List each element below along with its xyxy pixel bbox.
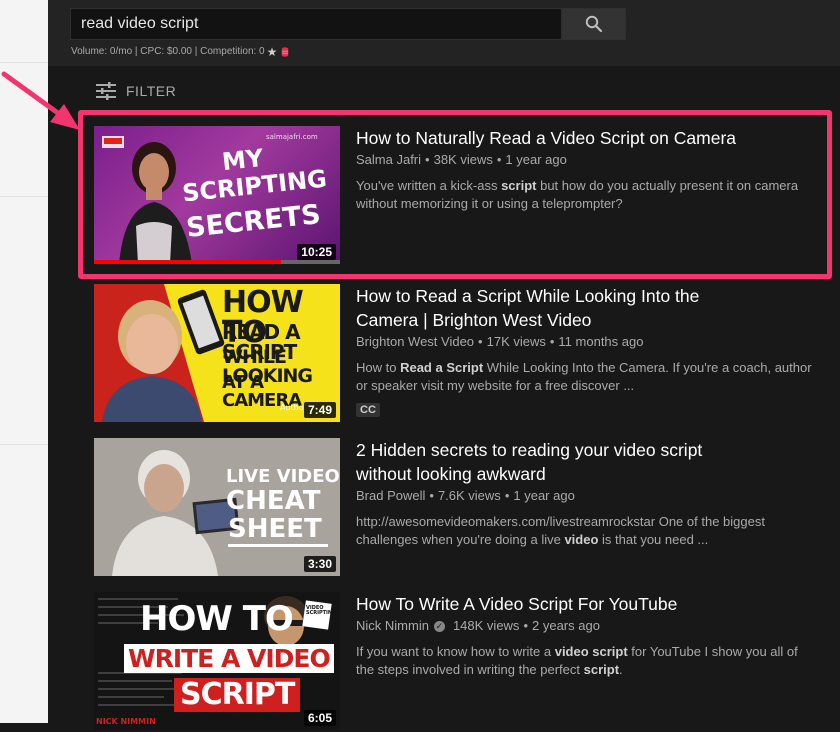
meta-separator: • <box>549 334 555 349</box>
search-icon <box>585 15 603 33</box>
video-info: How to Read a Script While Looking Into … <box>356 284 826 418</box>
keyword-stats: Volume: 0/mo | CPC: $0.00 | Competition:… <box>71 45 289 59</box>
video-description: If you want to know how to write a video… <box>356 643 826 679</box>
video-title[interactable]: How to Read a Script While Looking Into … <box>356 284 826 332</box>
closed-captions-badge: CC <box>356 403 380 417</box>
video-title-line: 2 Hidden secrets to reading your video s… <box>356 440 703 460</box>
left-panel-divider <box>0 62 48 63</box>
thumbnail-corner-text: Autho <box>280 403 304 412</box>
left-panel-divider <box>0 444 48 445</box>
thumbnail-text: SCRIPT <box>174 678 301 712</box>
video-meta: Brighton West Video • 17K views • 11 mon… <box>356 333 826 351</box>
video-info: 2 Hidden secrets to reading your video s… <box>356 438 826 549</box>
meta-separator: • <box>478 334 483 349</box>
thumbnail-underline <box>228 544 328 547</box>
video-duration: 3:30 <box>303 556 336 572</box>
video-meta: Nick Nimmin ✓ 148K views • 2 years ago <box>356 617 826 635</box>
view-count: 7.6K views <box>437 488 501 503</box>
description-text: How to <box>356 360 401 375</box>
database-icon[interactable] <box>281 47 289 57</box>
description-text: . <box>619 662 623 677</box>
description-keyword: video script <box>554 644 628 659</box>
video-result[interactable]: LIVE VIDEO CHEAT SHEET 3:30 2 Hidden sec… <box>94 438 834 578</box>
upload-age: 11 months ago <box>558 334 644 349</box>
video-thumbnail[interactable]: HOW TO WRITE A VIDEO SCRIPT VIDEO SCRIPT… <box>94 592 340 730</box>
search-header: read video script Volume: 0/mo | CPC: $0… <box>48 0 840 66</box>
description-text: or speaker visit my website for a free d… <box>356 378 635 393</box>
star-icon[interactable]: ★ <box>267 45 278 59</box>
thumbnail-sign-text: VIDEO SCRIPTING <box>306 605 337 616</box>
channel-name[interactable]: Brighton West Video <box>356 333 474 351</box>
meta-separator: • <box>429 488 434 503</box>
upload-age: 2 years ago <box>532 618 600 633</box>
video-duration: 6:05 <box>303 710 336 726</box>
thumbnail-text: HOW TO <box>140 599 294 639</box>
description-text: the steps involved in writing the perfec… <box>356 662 584 677</box>
meta-separator: • <box>504 488 510 503</box>
video-duration: 7:49 <box>303 402 336 418</box>
highlight-box <box>78 110 832 279</box>
meta-separator: • <box>523 618 528 633</box>
youtube-results-page: read video script Volume: 0/mo | CPC: $0… <box>48 0 840 730</box>
video-info: How To Write A Video Script For YouTube … <box>356 592 826 679</box>
thumbnail-text: CHEAT <box>226 486 321 516</box>
channel-name[interactable]: Nick Nimmin <box>356 617 429 635</box>
video-result[interactable]: HOW TO WRITE A VIDEO SCRIPT VIDEO SCRIPT… <box>94 592 834 732</box>
video-title[interactable]: How To Write A Video Script For YouTube <box>356 592 826 616</box>
video-title-line: How to Read a Script While Looking Into … <box>356 286 700 306</box>
description-text: for YouTube I show you all of <box>627 644 798 659</box>
video-description: How to Read a Script While Looking Into … <box>356 359 826 395</box>
thumbnail-text: SHEET <box>228 514 322 544</box>
description-keyword: Read a Script <box>400 360 484 375</box>
video-title[interactable]: 2 Hidden secrets to reading your video s… <box>356 438 826 486</box>
view-count: 17K views <box>486 334 546 349</box>
video-thumbnail[interactable]: LIVE VIDEO CHEAT SHEET 3:30 <box>94 438 340 576</box>
filter-sliders-icon <box>96 82 116 100</box>
description-text: challenges when you're doing a live <box>356 532 565 547</box>
thumbnail-text: WRITE A VIDEO <box>124 644 334 673</box>
description-text: If you want to know how to write a <box>356 644 555 659</box>
channel-name[interactable]: Brad Powell <box>356 487 425 505</box>
thumbnail-text: LIVE VIDEO <box>226 466 340 487</box>
description-text: While Looking Into the Camera. If you're… <box>483 360 812 375</box>
video-title-line: Camera | Brighton West Video <box>356 310 592 330</box>
pointer-arrow-icon <box>1 71 80 130</box>
video-meta: Brad Powell • 7.6K views • 1 year ago <box>356 487 826 505</box>
video-description: http://awesomevideomakers.com/livestream… <box>356 513 826 549</box>
left-panel-divider <box>0 196 48 197</box>
description-keyword: script <box>583 662 620 677</box>
view-count: 148K views <box>452 618 520 633</box>
upload-age: 1 year ago <box>513 488 575 503</box>
search-button[interactable] <box>562 8 626 40</box>
thumbnail-corner-text: NICK NIMMIN <box>96 717 156 726</box>
search-input[interactable]: read video script <box>70 8 562 40</box>
video-result[interactable]: HOW TO READ A SCRIPT WHILE LOOKING AT A … <box>94 284 834 424</box>
description-keyword: video <box>564 532 599 547</box>
verified-check-icon: ✓ <box>433 620 445 632</box>
description-text: http://awesomevideomakers.com/livestream… <box>356 514 765 529</box>
video-title-line: without looking awkward <box>356 464 546 484</box>
filter-button[interactable]: FILTER <box>96 80 176 102</box>
filter-label: FILTER <box>126 83 177 99</box>
keyword-stats-text: Volume: 0/mo | CPC: $0.00 | Competition:… <box>71 46 265 57</box>
description-text: is that you need ... <box>598 532 709 547</box>
video-thumbnail[interactable]: HOW TO READ A SCRIPT WHILE LOOKING AT A … <box>94 284 340 422</box>
